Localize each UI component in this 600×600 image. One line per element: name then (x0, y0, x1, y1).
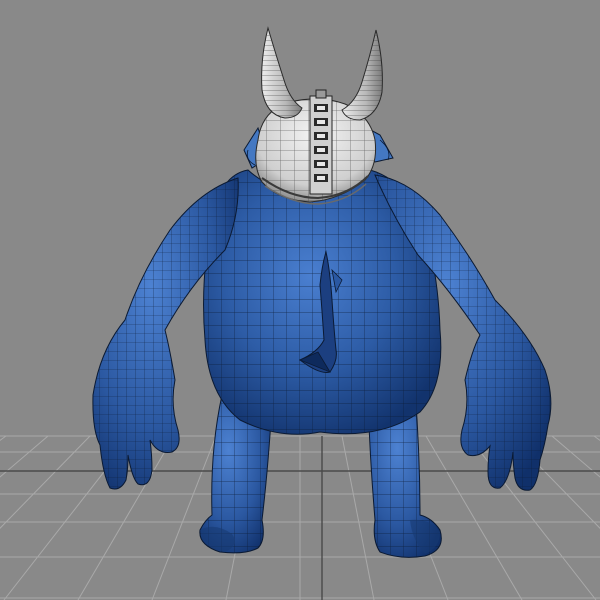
3d-viewport[interactable] (0, 0, 600, 600)
left-horn[interactable] (261, 26, 303, 119)
helmet-crest (309, 89, 333, 195)
right-horn[interactable] (341, 29, 383, 121)
